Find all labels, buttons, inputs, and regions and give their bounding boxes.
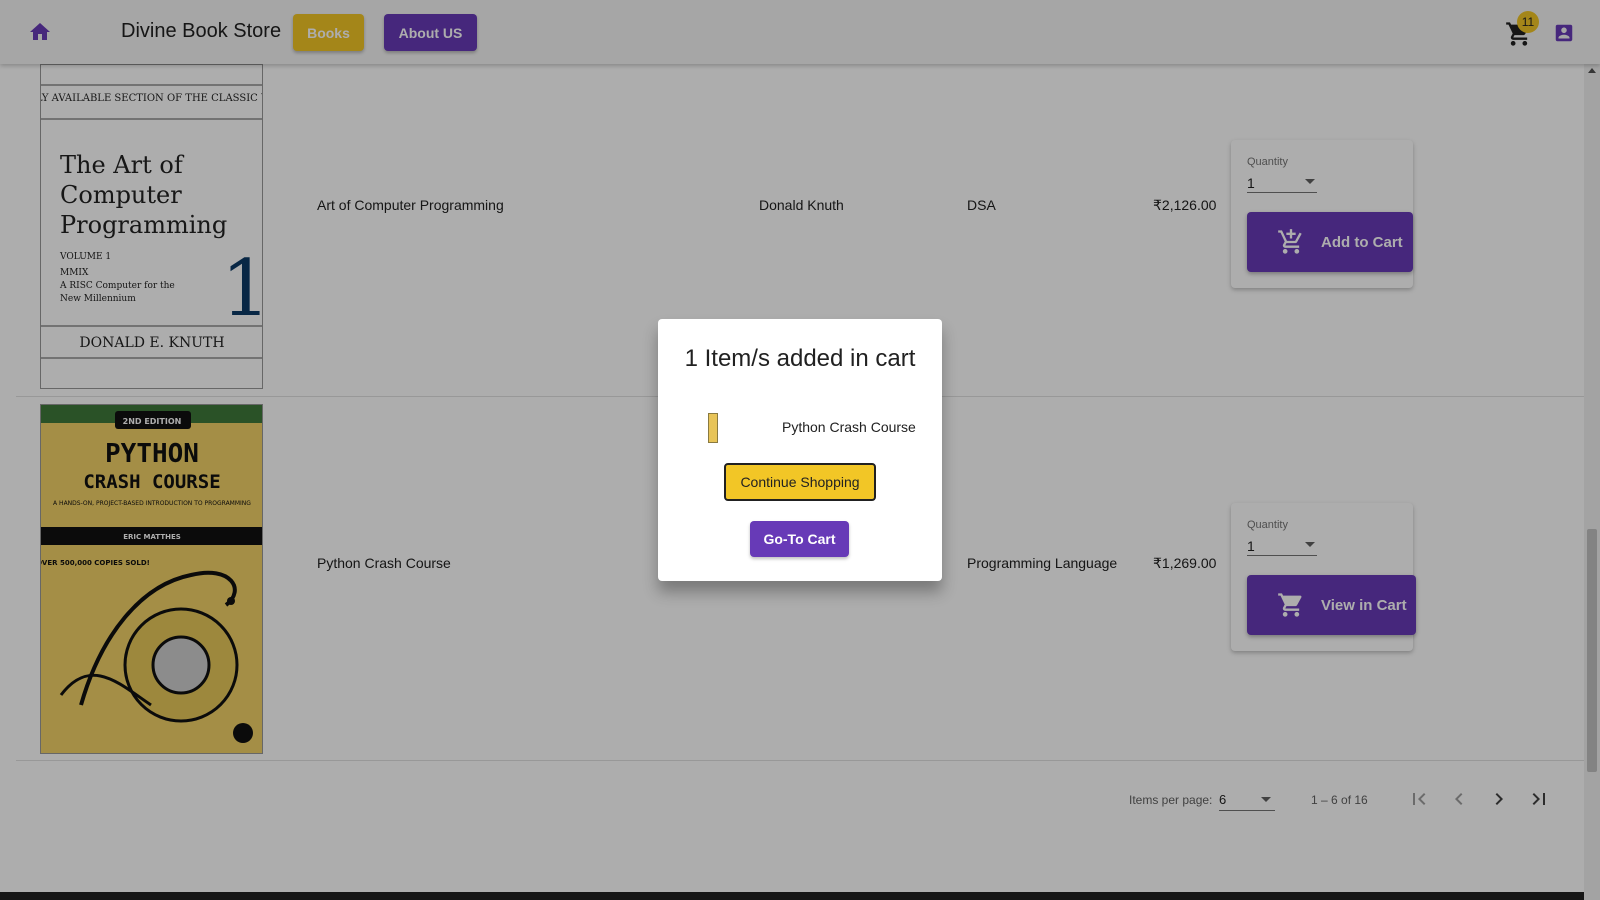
go-to-cart-button[interactable]: Go-To Cart xyxy=(750,521,849,557)
dialog-title: 1 Item/s added in cart xyxy=(684,345,916,372)
cart-item-thumbnail xyxy=(708,413,718,443)
cart-item-name: Python Crash Course xyxy=(782,419,916,435)
added-to-cart-dialog: 1 Item/s added in cart Python Crash Cour… xyxy=(658,319,942,581)
continue-shopping-button[interactable]: Continue Shopping xyxy=(724,463,876,501)
